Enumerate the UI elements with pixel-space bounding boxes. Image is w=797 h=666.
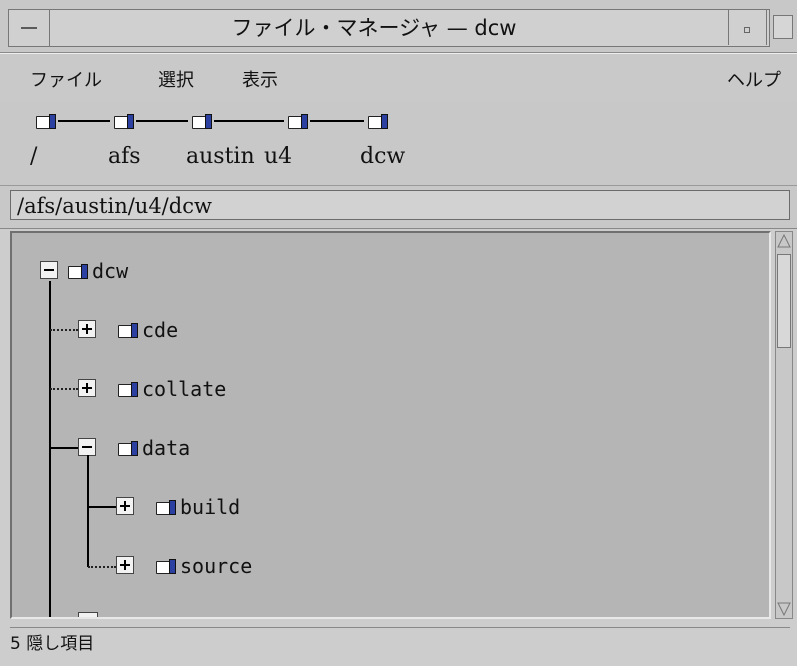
- expand-toggle[interactable]: [116, 556, 134, 574]
- menu-view[interactable]: 表示: [242, 66, 278, 92]
- tree-node-label: source: [180, 554, 253, 578]
- tree-connector: [88, 566, 116, 568]
- path-field-row: /afs/austin/u4/dcw: [0, 186, 797, 229]
- path-folder-afs-icon[interactable]: [114, 114, 134, 129]
- vertical-scrollbar[interactable]: [775, 231, 793, 619]
- folder-tree: dcw cde collate data build source: [10, 231, 771, 619]
- partial-toggle[interactable]: [78, 612, 98, 617]
- folder-icon: [118, 382, 138, 397]
- tree-node-label: data: [142, 436, 191, 460]
- expand-toggle[interactable]: [78, 379, 96, 397]
- tree-node-collate[interactable]: collate: [78, 377, 338, 401]
- folder-icon: [156, 559, 176, 574]
- minimize-button[interactable]: [728, 9, 765, 45]
- path-field[interactable]: /afs/austin/u4/dcw: [10, 190, 790, 220]
- icon-path-bar: / afs austin u4 dcw: [0, 102, 797, 186]
- path-connector: [136, 120, 188, 122]
- path-label-afs[interactable]: afs: [108, 144, 141, 169]
- tree-node-source[interactable]: source: [116, 554, 336, 578]
- window-title: ファイル・マネージャ — dcw: [231, 16, 517, 40]
- collapse-toggle[interactable]: [40, 261, 58, 279]
- menu-file[interactable]: ファイル: [30, 66, 102, 92]
- path-connector: [58, 120, 110, 122]
- window-menu-icon: [21, 27, 37, 29]
- maximize-button[interactable]: [766, 9, 797, 45]
- scrollbar-thumb[interactable]: [777, 254, 791, 348]
- path-connector: [310, 120, 364, 122]
- tree-connector: [50, 388, 78, 390]
- title-bar[interactable]: ファイル・マネージャ — dcw: [0, 0, 797, 53]
- maximize-icon: [773, 15, 793, 39]
- menu-select[interactable]: 選択: [158, 66, 194, 92]
- path-folder-root-icon[interactable]: [36, 114, 56, 129]
- expand-toggle[interactable]: [78, 320, 96, 338]
- path-label-dcw[interactable]: dcw: [360, 144, 405, 169]
- tree-connector: [88, 506, 116, 508]
- expand-toggle[interactable]: [116, 497, 134, 515]
- tree-node-label: collate: [142, 377, 227, 401]
- tree-connector: [50, 329, 78, 331]
- title-bar-frame: ファイル・マネージャ — dcw: [8, 9, 770, 47]
- tree-node-dcw[interactable]: dcw: [40, 259, 240, 283]
- path-folder-u4-icon[interactable]: [288, 114, 308, 129]
- path-folder-dcw-icon[interactable]: [368, 114, 388, 129]
- folder-icon: [156, 500, 176, 515]
- path-label-root[interactable]: /: [30, 144, 37, 169]
- file-manager-window: ファイル・マネージャ — dcw ファイル 選択 表示 ヘルプ / afs au…: [0, 0, 797, 666]
- tree-node-data[interactable]: data: [78, 436, 278, 460]
- tree-node-cde[interactable]: cde: [78, 318, 278, 342]
- tree-connector: [50, 447, 78, 449]
- tree-node-build[interactable]: build: [116, 495, 316, 519]
- scroll-down-icon[interactable]: [777, 601, 791, 617]
- tree-trunk-line: [49, 281, 51, 617]
- collapse-toggle[interactable]: [78, 438, 96, 456]
- path-label-u4[interactable]: u4: [264, 144, 292, 169]
- path-connector: [214, 120, 284, 122]
- tree-node-label: cde: [142, 318, 179, 342]
- menu-bar: ファイル 選択 表示 ヘルプ: [0, 53, 797, 103]
- menu-help[interactable]: ヘルプ: [727, 66, 781, 92]
- status-bar: 5 隠し項目: [10, 627, 790, 660]
- minimize-icon: [744, 27, 750, 33]
- path-label-austin[interactable]: austin: [186, 144, 255, 169]
- path-folder-austin-icon[interactable]: [192, 114, 212, 129]
- scroll-up-icon[interactable]: [777, 233, 791, 249]
- folder-icon: [118, 441, 138, 456]
- folder-icon: [118, 323, 138, 338]
- tree-node-label: build: [180, 495, 241, 519]
- folder-icon: [68, 264, 88, 279]
- tree-subtrunk-line: [87, 455, 89, 567]
- window-menu-button[interactable]: [9, 10, 50, 46]
- tree-node-label: dcw: [92, 259, 129, 283]
